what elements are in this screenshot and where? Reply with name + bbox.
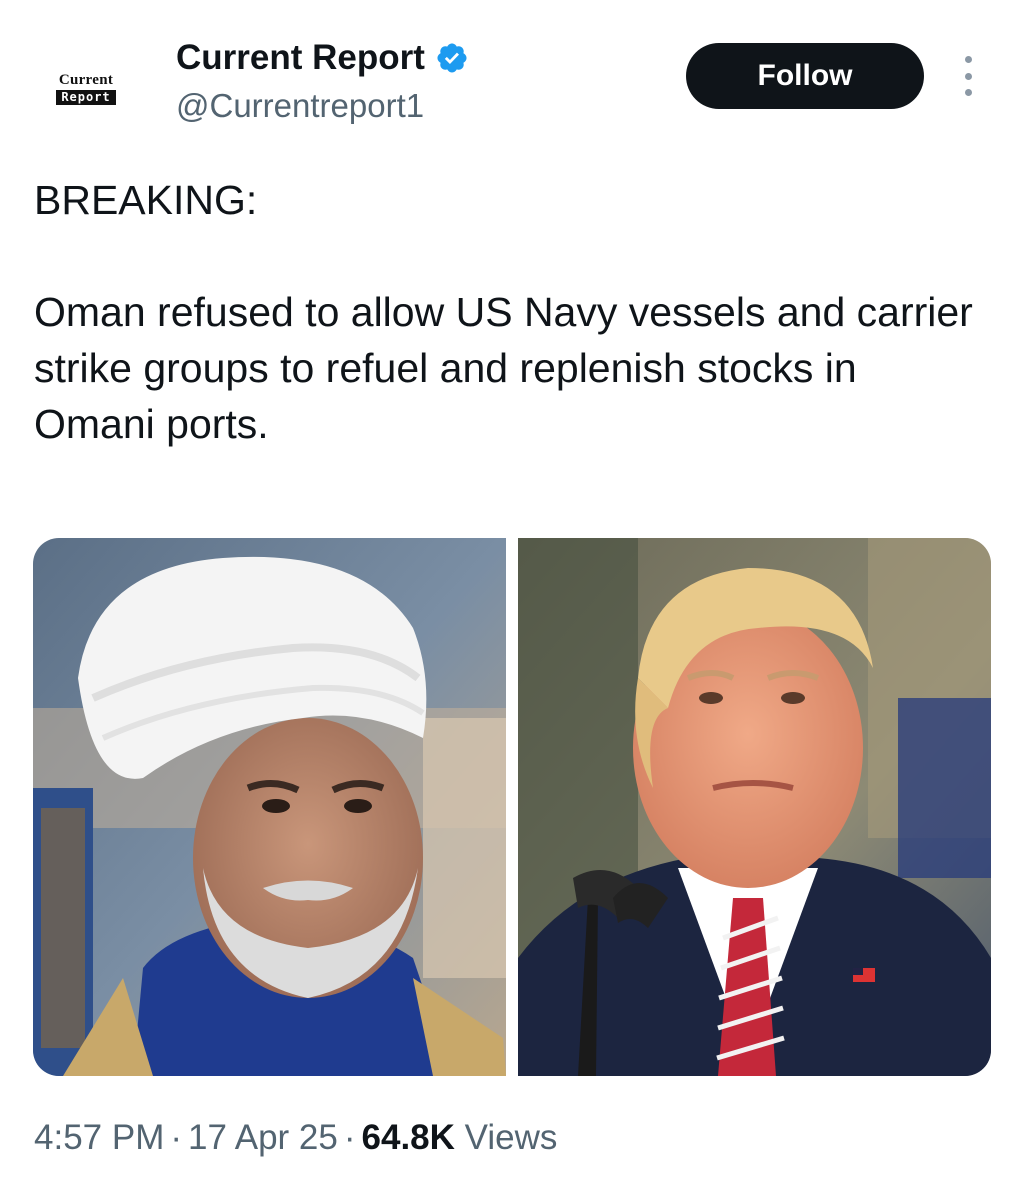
more-dot: [964, 72, 972, 80]
tweet-media: [33, 538, 991, 1076]
tweet-meta: 4:57 PM · 17 Apr 25 · 64.8K Views: [34, 1116, 557, 1160]
tweet-text: BREAKING: Oman refused to allow US Navy …: [34, 172, 984, 452]
tweet-card: Current Report Current Report @Currentre…: [0, 0, 1024, 1190]
meta-separator: ·: [343, 1118, 356, 1157]
author-display-name[interactable]: Current Report: [176, 36, 425, 80]
more-dot: [964, 56, 972, 63]
photo-left[interactable]: [33, 538, 506, 1076]
avatar-logo-top: Current: [58, 71, 114, 88]
more-vertical-icon[interactable]: [956, 56, 980, 96]
photo-right[interactable]: [518, 538, 991, 1076]
follow-button[interactable]: Follow: [686, 43, 924, 109]
photo-right-image: [518, 538, 991, 1076]
photo-left-image: [33, 538, 506, 1076]
avatar-logo-bottom: Report: [56, 89, 116, 105]
tweet-body: Oman refused to allow US Navy vessels an…: [34, 289, 973, 447]
avatar[interactable]: Current Report: [40, 66, 132, 110]
tweet-date[interactable]: 17 Apr 25: [188, 1118, 338, 1157]
author-name-row: Current Report: [176, 36, 469, 80]
author-handle[interactable]: @Currentreport1: [176, 85, 424, 127]
tweet-headline: BREAKING:: [34, 177, 258, 223]
views-count[interactable]: 64.8K: [362, 1118, 455, 1157]
verified-badge-icon: [435, 41, 469, 75]
tweet-time[interactable]: 4:57 PM: [34, 1118, 164, 1157]
more-dot: [964, 89, 972, 96]
views-label: Views: [464, 1118, 558, 1157]
meta-separator: ·: [170, 1118, 183, 1157]
